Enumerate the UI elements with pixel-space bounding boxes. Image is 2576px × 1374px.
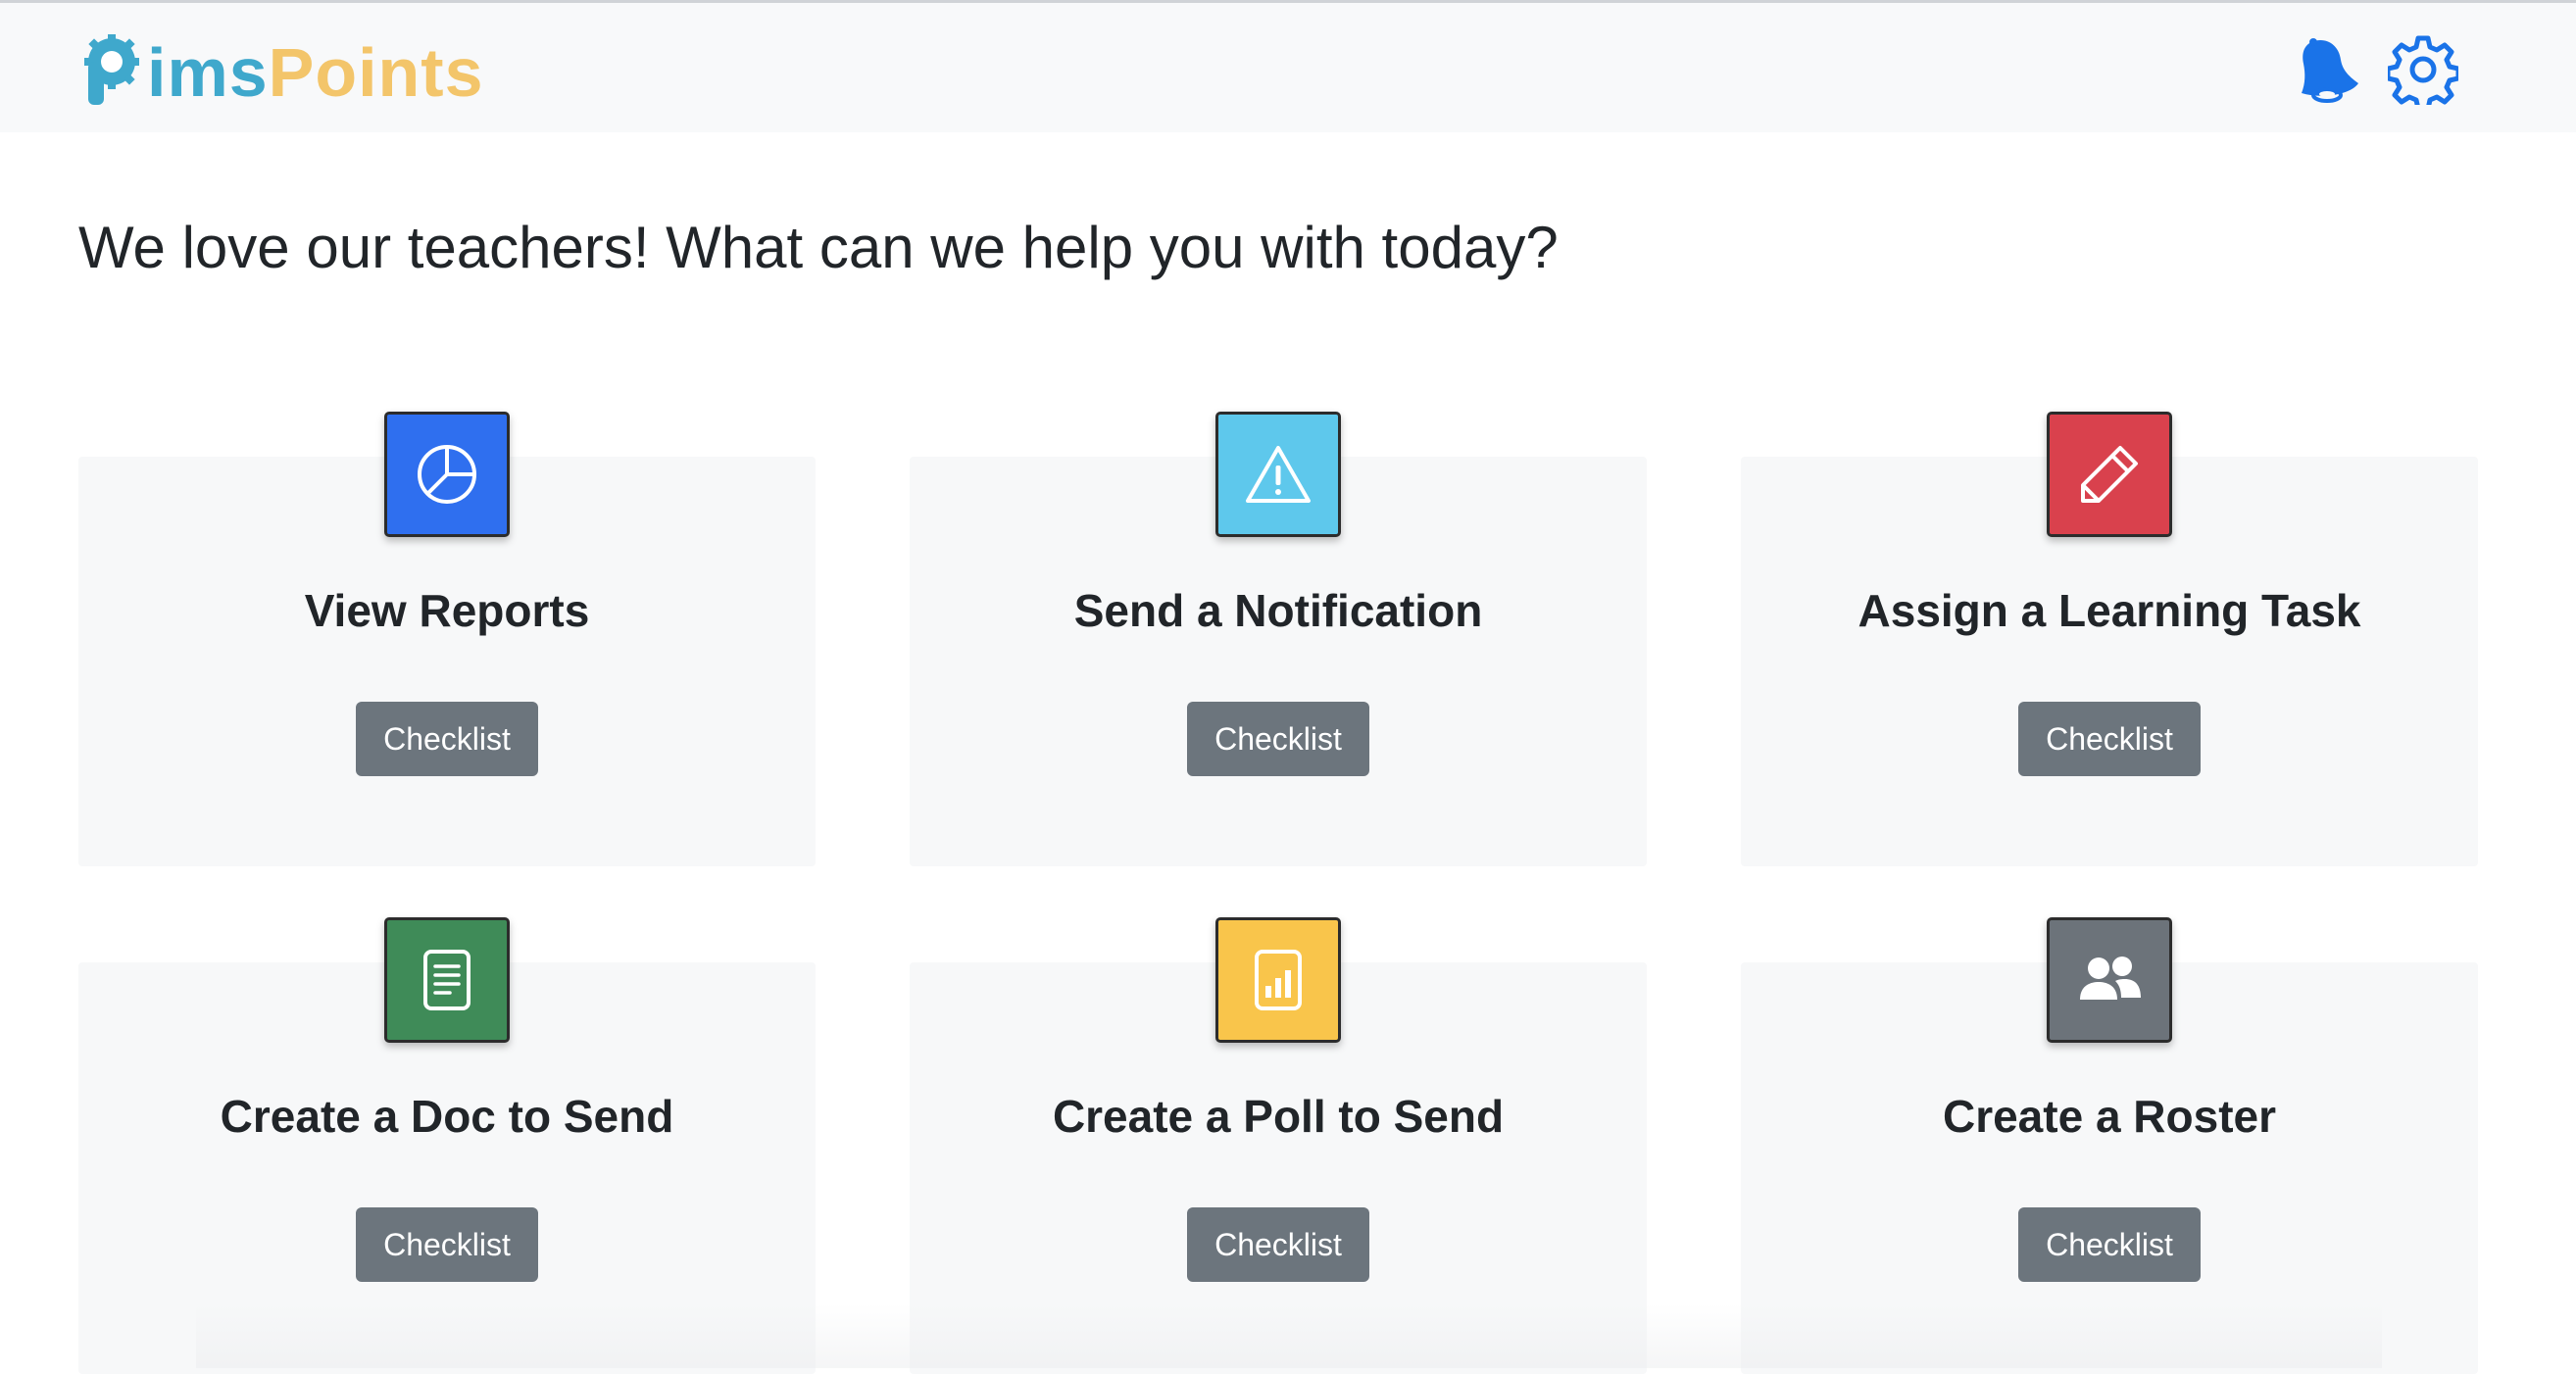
warning-icon[interactable] bbox=[1215, 412, 1341, 537]
checklist-button-create-poll[interactable]: Checklist bbox=[1187, 1207, 1369, 1282]
logo-text-ims-visible: ims bbox=[147, 34, 269, 111]
pencil-icon[interactable] bbox=[2047, 412, 2172, 537]
document-icon[interactable] bbox=[384, 917, 510, 1043]
checklist-button-view-reports[interactable]: Checklist bbox=[356, 702, 538, 776]
logo-gear-p-icon bbox=[78, 32, 143, 113]
pie-chart-icon[interactable] bbox=[384, 412, 510, 537]
brand-logo[interactable]: imsPoints imsPoints bbox=[78, 32, 484, 113]
card-title: Create a Doc to Send bbox=[220, 1091, 674, 1142]
checklist-button-create-doc[interactable]: Checklist bbox=[356, 1207, 538, 1282]
card-title: Create a Roster bbox=[1942, 1091, 2277, 1142]
card-title: Assign a Learning Task bbox=[1858, 585, 2361, 636]
card-title: Create a Poll to Send bbox=[1052, 1091, 1505, 1142]
checklist-button-assign-learning-task[interactable]: Checklist bbox=[2018, 702, 2201, 776]
top-navbar: imsPoints imsPoints bbox=[0, 3, 2576, 132]
poll-icon[interactable] bbox=[1215, 917, 1341, 1043]
card-title: Send a Notification bbox=[1073, 585, 1483, 636]
card-title: View Reports bbox=[304, 585, 590, 636]
page-headline: We love our teachers! What can we help y… bbox=[78, 215, 1559, 280]
bell-icon[interactable] bbox=[2292, 34, 2362, 105]
logo-text-points: Points bbox=[268, 34, 484, 111]
checklist-button-create-roster[interactable]: Checklist bbox=[2018, 1207, 2201, 1282]
checklist-button-send-notification[interactable]: Checklist bbox=[1187, 702, 1369, 776]
gear-icon[interactable] bbox=[2388, 34, 2458, 105]
users-icon[interactable] bbox=[2047, 917, 2172, 1043]
